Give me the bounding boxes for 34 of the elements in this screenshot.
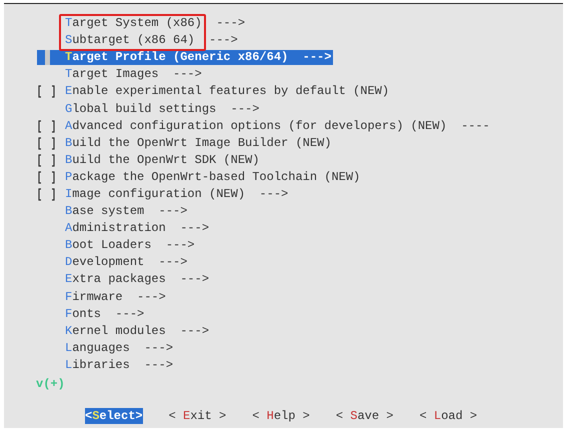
- checkbox[interactable]: [37, 136, 56, 150]
- dialog-button[interactable]: < Load >: [420, 408, 478, 424]
- menu-item[interactable]: Subtarget (x86 64) --->: [50, 33, 240, 48]
- menu-item[interactable]: Kernel modules --->: [50, 324, 212, 339]
- menu-item[interactable]: Image configuration (NEW) --->: [50, 186, 290, 202]
- menu-item[interactable]: Target System (x86) --->: [50, 16, 248, 32]
- menu-item[interactable]: Global build settings --->: [50, 102, 262, 117]
- menu-item[interactable]: Build the OpenWrt SDK (NEW): [50, 152, 262, 168]
- menu-item[interactable]: Fonts --->: [50, 306, 146, 322]
- menu-item[interactable]: Advanced configuration options (for developers) (NEW) ----: [50, 118, 492, 134]
- menu-item[interactable]: Target Images --->: [50, 67, 204, 82]
- menu-item[interactable]: Enable experimental features by default (NEW): [50, 84, 392, 100]
- menu-item[interactable]: Build the OpenWrt Image Builder (NEW): [50, 136, 334, 151]
- menu-item[interactable]: Firmware --->: [50, 290, 168, 305]
- menu-item[interactable]: Administration --->: [50, 221, 212, 236]
- dialog-button[interactable]: < Help >: [252, 408, 310, 424]
- dialog-button[interactable]: < Exit >: [168, 408, 226, 424]
- checkbox[interactable]: [37, 188, 56, 201]
- menu-item[interactable]: Boot Loaders --->: [50, 238, 197, 254]
- dialog-button[interactable]: <Select>: [85, 408, 143, 424]
- checkbox[interactable]: [37, 154, 56, 167]
- menu-item[interactable]: Package the OpenWrt-based Toolchain (NEW): [50, 170, 362, 185]
- checkbox[interactable]: [37, 170, 56, 184]
- menu-item[interactable]: Libraries --->: [50, 358, 176, 373]
- menu-item[interactable]: Development --->: [50, 255, 190, 270]
- checkbox[interactable]: [37, 120, 56, 133]
- menu-item[interactable]: Languages --->: [50, 340, 176, 356]
- dialog-button[interactable]: < Save >: [336, 408, 394, 424]
- more-indicator: v(+): [36, 376, 65, 392]
- menu-item[interactable]: Extra packages --->: [50, 272, 212, 288]
- menu-item[interactable]: Base system --->: [50, 204, 190, 220]
- cursor-icon: [37, 50, 50, 66]
- checkbox[interactable]: [37, 85, 56, 98]
- menu-item[interactable]: Target Profile (Generic x86/64) --->: [50, 50, 334, 66]
